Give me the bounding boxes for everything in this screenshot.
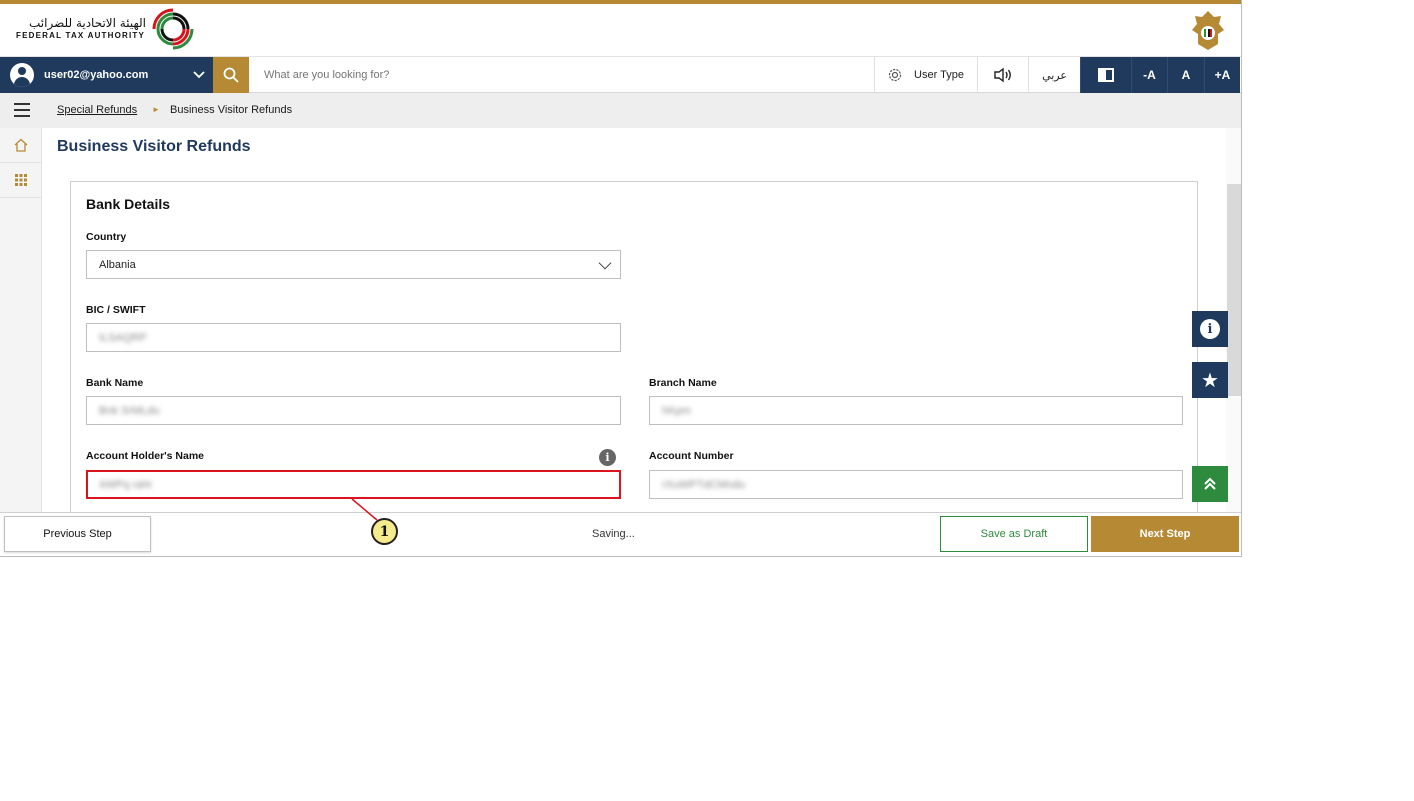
site-header: الهيئة الاتحادية للضرائب FEDERAL TAX AUT…: [0, 4, 1241, 57]
font-reset-button[interactable]: A: [1167, 57, 1204, 93]
font-increase-button[interactable]: +A: [1204, 57, 1240, 93]
section-title: Bank Details: [86, 196, 171, 212]
language-toggle[interactable]: عربي: [1028, 57, 1080, 93]
gear-icon: [888, 68, 902, 82]
bic-swift-value: ILSAQRP: [99, 331, 147, 344]
account-holder-value: kWPq raht: [100, 478, 152, 491]
scrollbar-thumb[interactable]: [1227, 184, 1241, 396]
branch-name-input[interactable]: hKpm: [649, 396, 1183, 425]
breadcrumb-current: Business Visitor Refunds: [170, 104, 293, 116]
star-icon: ★: [1201, 369, 1219, 392]
logo-arabic-text: الهيئة الاتحادية للضرائب: [29, 16, 146, 30]
search-input[interactable]: [256, 57, 866, 93]
info-icon[interactable]: i: [599, 449, 616, 466]
branch-name-label: Branch Name: [649, 377, 717, 389]
saving-status: Saving...: [592, 528, 635, 540]
chevron-down-icon: [193, 71, 205, 79]
user-email: user02@yahoo.com: [44, 69, 149, 81]
rail-apps[interactable]: [0, 163, 42, 198]
breadcrumb-special-refunds[interactable]: Special Refunds: [57, 104, 137, 116]
user-menu[interactable]: user02@yahoo.com: [0, 57, 213, 93]
favorite-float-button[interactable]: ★: [1192, 362, 1228, 398]
hamburger-menu-icon[interactable]: [14, 103, 30, 117]
bank-name-input[interactable]: Bnk SrMLdu: [86, 396, 621, 425]
text-to-speech-button[interactable]: [977, 57, 1028, 93]
account-number-input[interactable]: rXuWPTdCMndu: [649, 470, 1183, 499]
account-holder-input[interactable]: kWPq raht: [86, 470, 621, 499]
bic-swift-input[interactable]: ILSAQRP: [86, 323, 621, 352]
double-chevron-up-icon: [1204, 477, 1216, 490]
callout-marker: 1: [371, 518, 398, 545]
home-icon: [14, 138, 28, 152]
speaker-icon: [994, 67, 1011, 83]
app-window: الهيئة الاتحادية للضرائب FEDERAL TAX AUT…: [0, 0, 1242, 557]
chevron-down-icon: [598, 256, 612, 270]
contrast-icon: [1098, 68, 1114, 82]
search-button[interactable]: [213, 57, 249, 93]
breadcrumb-separator-icon: ►: [152, 105, 160, 114]
bank-name-label: Bank Name: [86, 377, 144, 389]
country-label: Country: [86, 231, 127, 243]
info-float-button[interactable]: i: [1192, 311, 1228, 347]
rail-home[interactable]: [0, 128, 42, 163]
country-select[interactable]: Albania: [86, 250, 621, 279]
left-rail: [0, 128, 42, 512]
page-title: Business Visitor Refunds: [57, 138, 251, 155]
previous-step-button[interactable]: Previous Step: [4, 516, 151, 552]
next-step-button[interactable]: Next Step: [1091, 516, 1239, 552]
breadcrumb-bar: Special Refunds ► Business Visitor Refun…: [0, 93, 1241, 128]
save-draft-button[interactable]: Save as Draft: [940, 516, 1088, 552]
info-circle-icon: i: [1200, 319, 1220, 339]
country-value: Albania: [99, 258, 136, 271]
account-number-value: rXuWPTdCMndu: [662, 478, 746, 491]
font-decrease-button[interactable]: -A: [1131, 57, 1167, 93]
branch-name-value: hKpm: [662, 404, 691, 417]
user-type-button[interactable]: User Type: [874, 57, 977, 93]
form-footer: Previous Step Saving... Save as Draft Ne…: [0, 512, 1241, 556]
account-number-label: Account Number: [649, 450, 734, 462]
grid-icon: [15, 174, 27, 186]
account-holder-label: Account Holder's Name: [86, 450, 205, 462]
bank-name-value: Bnk SrMLdu: [99, 404, 160, 417]
search-icon: [223, 67, 239, 83]
logo-english-text: FEDERAL TAX AUTHORITY: [16, 31, 146, 40]
user-avatar-icon: [10, 63, 34, 87]
uae-emblem-icon: [1192, 11, 1224, 50]
contrast-toggle-button[interactable]: [1080, 57, 1131, 93]
user-type-label: User Type: [914, 69, 964, 81]
scroll-to-top-button[interactable]: [1192, 466, 1228, 502]
fta-logo-icon[interactable]: [150, 6, 196, 52]
utility-toolbar: user02@yahoo.com User Type عربي -A A +A: [0, 57, 1241, 93]
bic-swift-label: BIC / SWIFT: [86, 304, 146, 316]
